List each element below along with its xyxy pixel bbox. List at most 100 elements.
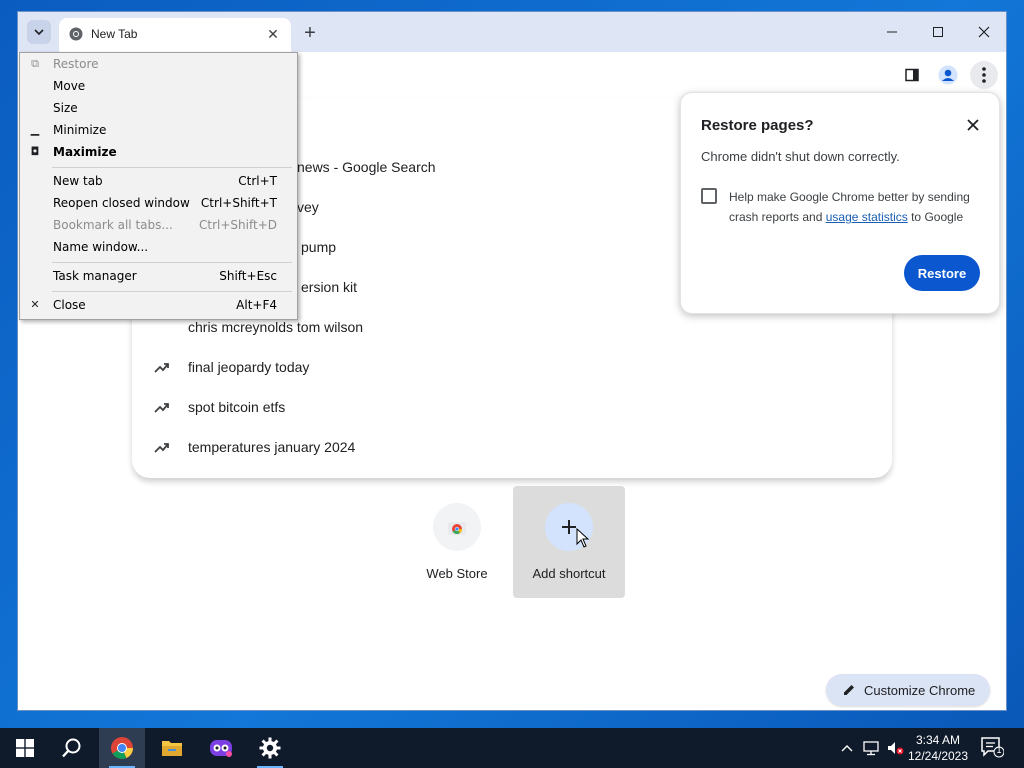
restore-icon: ⧉ <box>31 57 39 70</box>
menu-item-close[interactable]: ✕ Close Alt+F4 <box>20 295 297 317</box>
mask-app-icon <box>210 740 232 757</box>
dialog-close-button[interactable] <box>963 115 983 135</box>
suggestion-text: news - Google Search <box>297 159 436 175</box>
windows-logo-icon <box>16 739 34 757</box>
minimize-button[interactable] <box>869 18 915 46</box>
suggestion-text: spot bitcoin etfs <box>188 399 286 415</box>
chrome-menu-button[interactable] <box>970 61 998 89</box>
mouse-cursor-icon <box>576 528 590 548</box>
menu-item-label: Close <box>53 298 86 312</box>
side-panel-icon <box>905 68 919 82</box>
menu-item-label: Name window... <box>53 240 149 254</box>
suggestion-item[interactable]: spot bitcoin etfs <box>132 388 892 428</box>
plus-icon: + <box>304 21 316 44</box>
menu-item-reopen-closed-window[interactable]: Reopen closed window Ctrl+Shift+T <box>20 193 297 215</box>
usage-statistics-link[interactable]: usage statistics <box>826 210 908 224</box>
crash-report-checkbox[interactable] <box>701 188 717 204</box>
menu-item-task-manager[interactable]: Task manager Shift+Esc <box>20 266 297 288</box>
close-icon <box>978 26 990 38</box>
dialog-title: Restore pages? <box>701 117 814 134</box>
taskbar-file-explorer[interactable] <box>149 728 195 768</box>
network-button[interactable] <box>860 728 882 768</box>
suggestion-text: temperatures january 2024 <box>188 439 356 455</box>
suggestion-text: ersion kit <box>301 279 358 295</box>
trending-icon <box>154 363 169 373</box>
close-window-button[interactable] <box>961 18 1006 46</box>
suggestion-text: pump <box>301 239 337 255</box>
menu-item-label: Reopen closed window <box>53 196 190 210</box>
volume-button[interactable] <box>884 728 906 768</box>
shortcut-label: Web Store <box>426 566 488 581</box>
network-icon <box>863 741 879 756</box>
menu-item-label: Move <box>53 79 86 93</box>
menu-item-new-tab[interactable]: New tab Ctrl+T <box>20 171 297 193</box>
shortcut-web-store[interactable]: Web Store <box>401 486 513 598</box>
notification-center-button[interactable]: 1 <box>980 736 1006 760</box>
add-shortcut-button[interactable]: Add shortcut <box>513 486 625 598</box>
restore-button[interactable]: Restore <box>904 255 980 291</box>
chrome-icon <box>111 737 133 759</box>
menu-item-label: New tab <box>53 174 103 188</box>
customize-chrome-button[interactable]: Customize Chrome <box>826 674 990 706</box>
menu-item-minimize[interactable]: ▁ Minimize <box>20 120 297 142</box>
menu-item-restore[interactable]: ⧉ Restore <box>20 54 297 76</box>
system-clock[interactable]: 3:34 AM 12/24/2023 <box>906 732 970 764</box>
show-hidden-icons-button[interactable] <box>838 728 856 768</box>
close-icon: ✕ <box>267 25 279 42</box>
minimize-icon <box>887 31 897 33</box>
menu-item-label: Minimize <box>53 123 107 137</box>
side-panel-button[interactable] <box>898 61 926 89</box>
crash-report-label: Help make Google Chrome better by sendin… <box>729 187 989 227</box>
menu-separator <box>52 262 292 263</box>
chevron-down-icon <box>34 29 44 36</box>
title-bar[interactable]: New Tab ✕ + <box>18 12 1006 52</box>
menu-item-move[interactable]: Move <box>20 76 297 98</box>
minimize-icon: ▁ <box>30 123 40 136</box>
dialog-message: Chrome didn't shut down correctly. <box>701 149 900 164</box>
suggestion-item[interactable]: temperatures january 2024 <box>132 428 892 468</box>
menu-item-size[interactable]: Size <box>20 98 297 120</box>
shortcut-icon-circle <box>433 503 481 551</box>
help-text-suffix: to Google <box>907 210 964 224</box>
menu-item-label: Restore <box>53 57 99 71</box>
tab-close-button[interactable]: ✕ <box>263 24 283 44</box>
maximize-icon <box>933 27 943 37</box>
menu-item-shortcut: Alt+F4 <box>236 298 277 312</box>
menu-item-name-window[interactable]: Name window... <box>20 237 297 259</box>
new-tab-button[interactable]: + <box>298 21 322 45</box>
chrome-favicon-icon <box>69 27 83 41</box>
taskbar-app[interactable] <box>198 728 244 768</box>
tab-search-button[interactable] <box>27 20 51 44</box>
maximize-button[interactable] <box>915 18 961 46</box>
window-system-menu: ⧉ Restore Move Size ▁ Minimize ◘ Maximiz… <box>19 52 298 320</box>
tab-title: New Tab <box>91 27 138 41</box>
menu-separator <box>52 167 292 168</box>
menu-item-label: Task manager <box>53 269 137 283</box>
tab-new-tab[interactable]: New Tab ✕ <box>59 18 291 52</box>
search-button[interactable] <box>49 728 95 768</box>
trending-icon <box>154 403 169 413</box>
close-icon <box>967 119 979 131</box>
suggestion-item[interactable]: final jeopardy today <box>132 348 892 388</box>
chrome-webstore-icon <box>448 522 466 535</box>
menu-item-label: Maximize <box>53 145 117 159</box>
taskbar-settings[interactable] <box>247 728 293 768</box>
suggestion-text: final jeopardy today <box>188 359 310 375</box>
taskbar: 3:34 AM 12/24/2023 1 <box>0 728 1024 768</box>
chevron-up-icon <box>841 745 853 752</box>
folder-icon <box>162 741 182 756</box>
menu-separator <box>52 291 292 292</box>
start-button[interactable] <box>2 728 48 768</box>
clock-time: 3:34 AM <box>915 733 961 747</box>
pencil-icon <box>844 685 854 695</box>
maximize-icon: ◘ <box>30 145 40 158</box>
menu-item-bookmark-all-tabs[interactable]: Bookmark all tabs... Ctrl+Shift+D <box>20 215 297 237</box>
gear-icon <box>259 737 281 759</box>
suggestion-text: chris mcreynolds tom wilson <box>188 319 364 335</box>
trending-icon <box>154 443 169 453</box>
profile-button[interactable] <box>934 61 962 89</box>
menu-item-maximize[interactable]: ◘ Maximize <box>20 142 297 164</box>
shortcut-label: Add shortcut <box>532 566 606 581</box>
menu-item-label: Size <box>53 101 78 115</box>
taskbar-chrome[interactable] <box>99 728 145 768</box>
